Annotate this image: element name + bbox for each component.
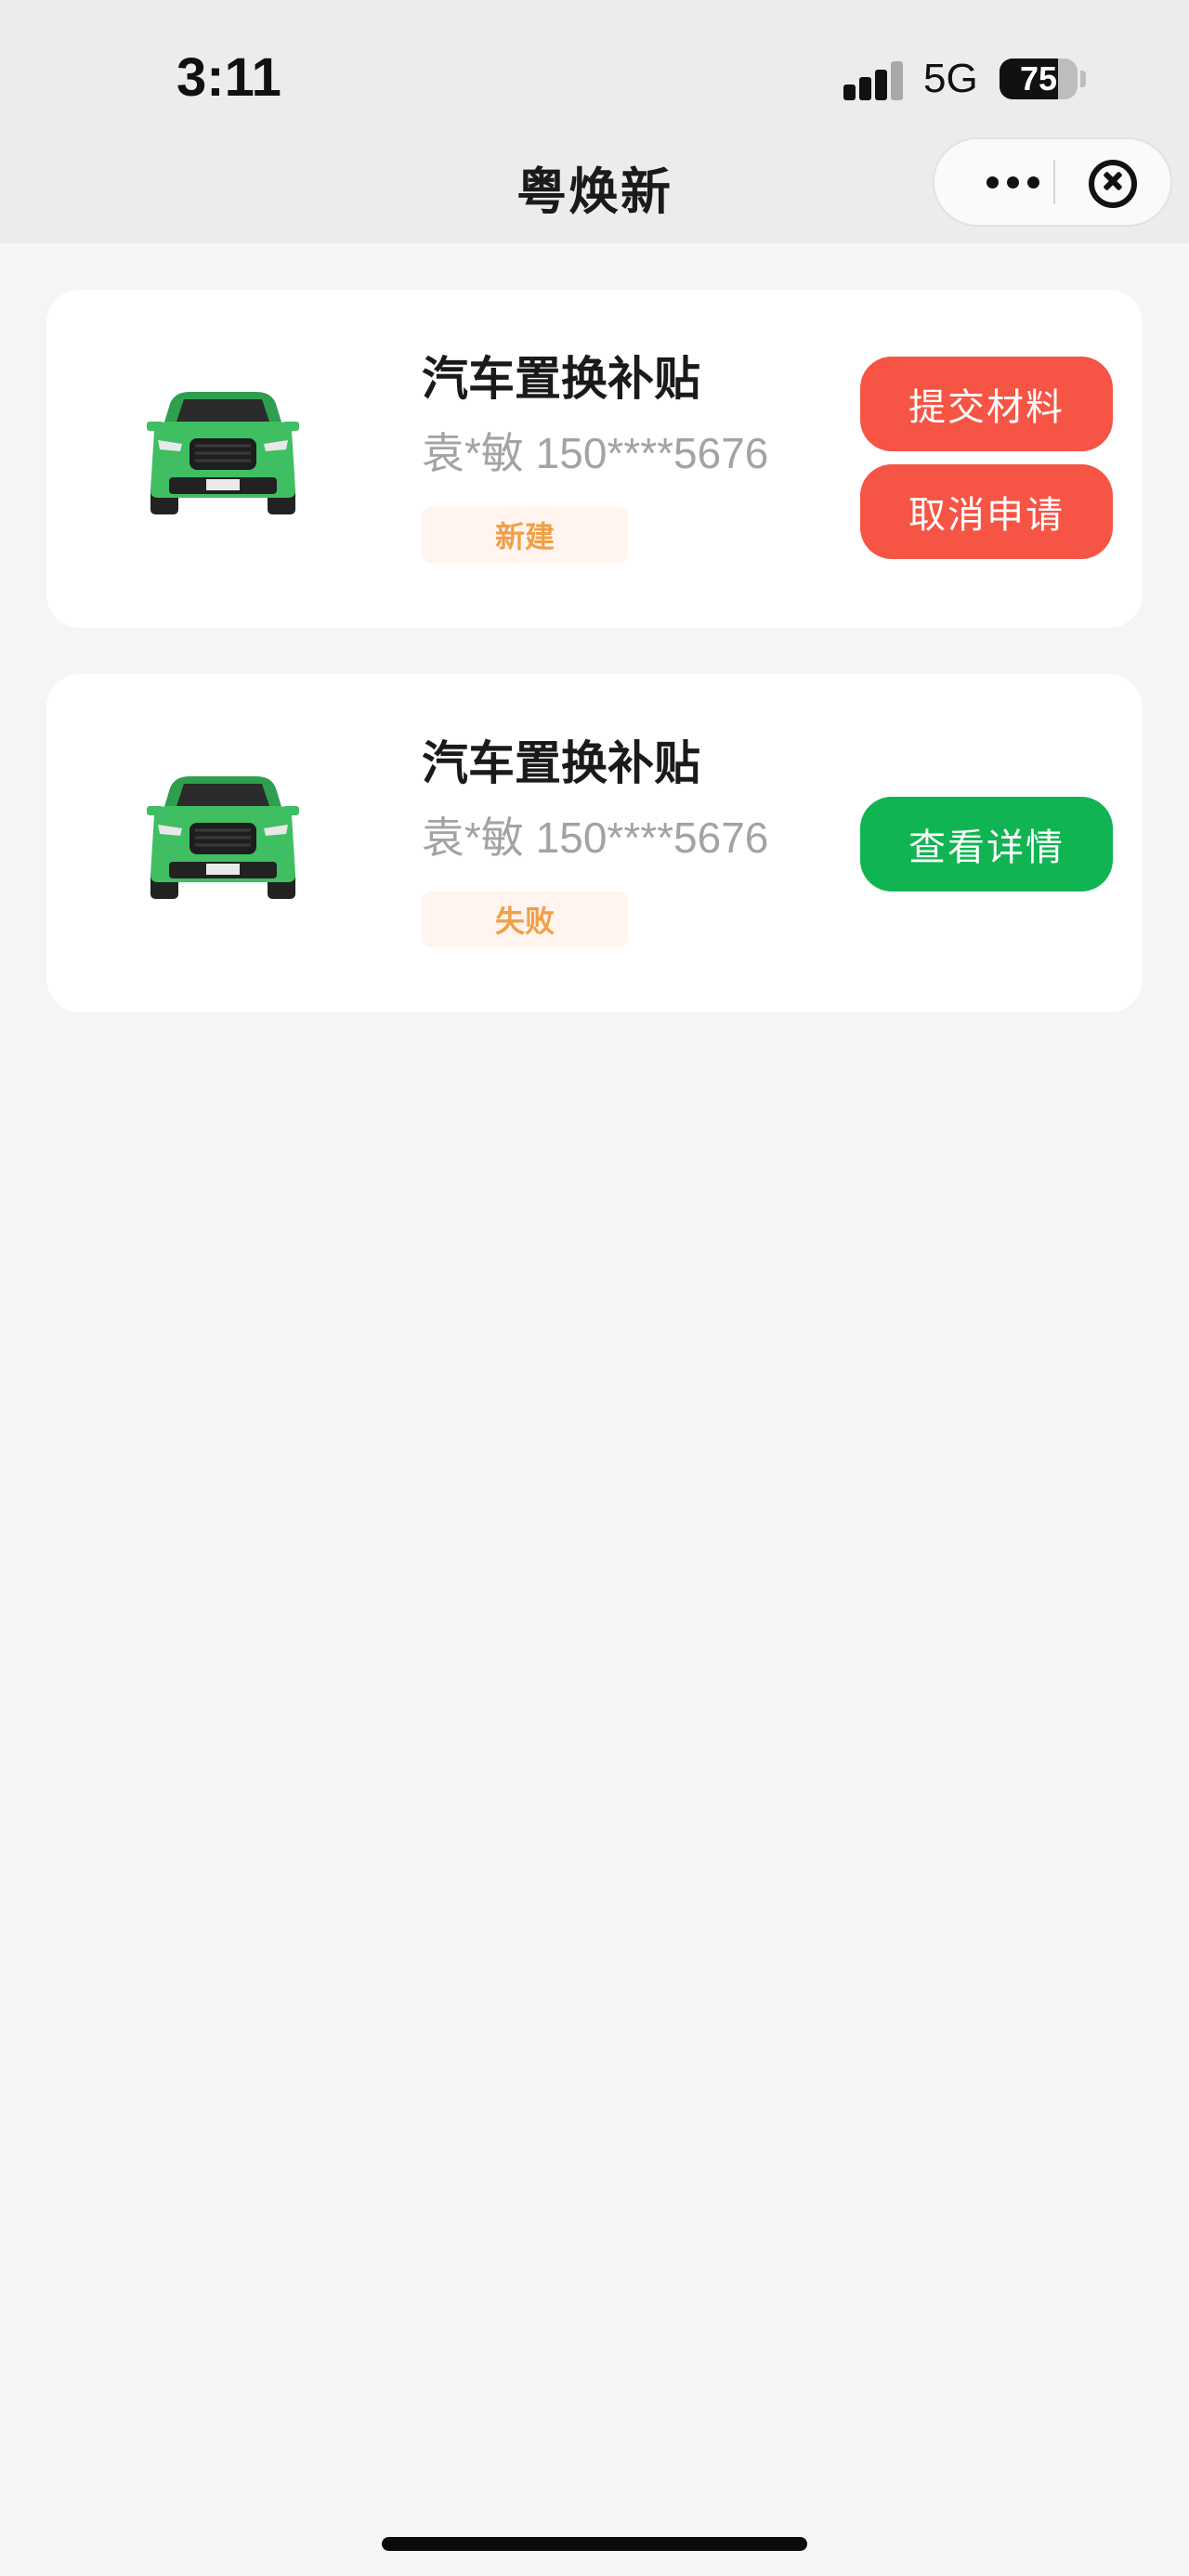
car-image (147, 776, 299, 899)
cellular-signal-icon (843, 61, 905, 100)
view-details-button[interactable]: 查看详情 (860, 797, 1113, 891)
status-badge: 失败 (422, 891, 628, 947)
top-bar: 3:11 5G 75 粤焕新 (0, 0, 1189, 243)
screen: 3:11 5G 75 粤焕新 汽车置换补贴 袁*敏 150****5676 新建… (0, 0, 1189, 2576)
application-card: 汽车置换补贴 袁*敏 150****5676 失败 查看详情 (46, 674, 1143, 1012)
mini-program-capsule (933, 137, 1172, 227)
battery-icon: 75 (1000, 59, 1078, 99)
more-dots-icon[interactable] (968, 139, 1057, 225)
card-contact: 袁*敏 150****5676 (422, 813, 769, 862)
submit-materials-button[interactable]: 提交材料 (860, 357, 1113, 451)
capsule-divider (1053, 160, 1055, 204)
card-title: 汽车置换补贴 (422, 736, 700, 790)
cancel-application-button[interactable]: 取消申请 (860, 464, 1113, 559)
application-card: 汽车置换补贴 袁*敏 150****5676 新建 提交材料 取消申请 (46, 290, 1143, 628)
home-indicator[interactable] (382, 2537, 807, 2551)
battery-percent: 75 (1019, 59, 1058, 98)
battery-cap (1080, 71, 1086, 87)
card-contact: 袁*敏 150****5676 (422, 429, 769, 477)
card-title: 汽车置换补贴 (422, 352, 700, 406)
network-type: 5G (923, 56, 978, 101)
status-badge: 新建 (422, 507, 628, 563)
car-image (147, 392, 299, 514)
close-circle-icon[interactable] (1089, 160, 1137, 208)
status-time: 3:11 (176, 47, 281, 108)
